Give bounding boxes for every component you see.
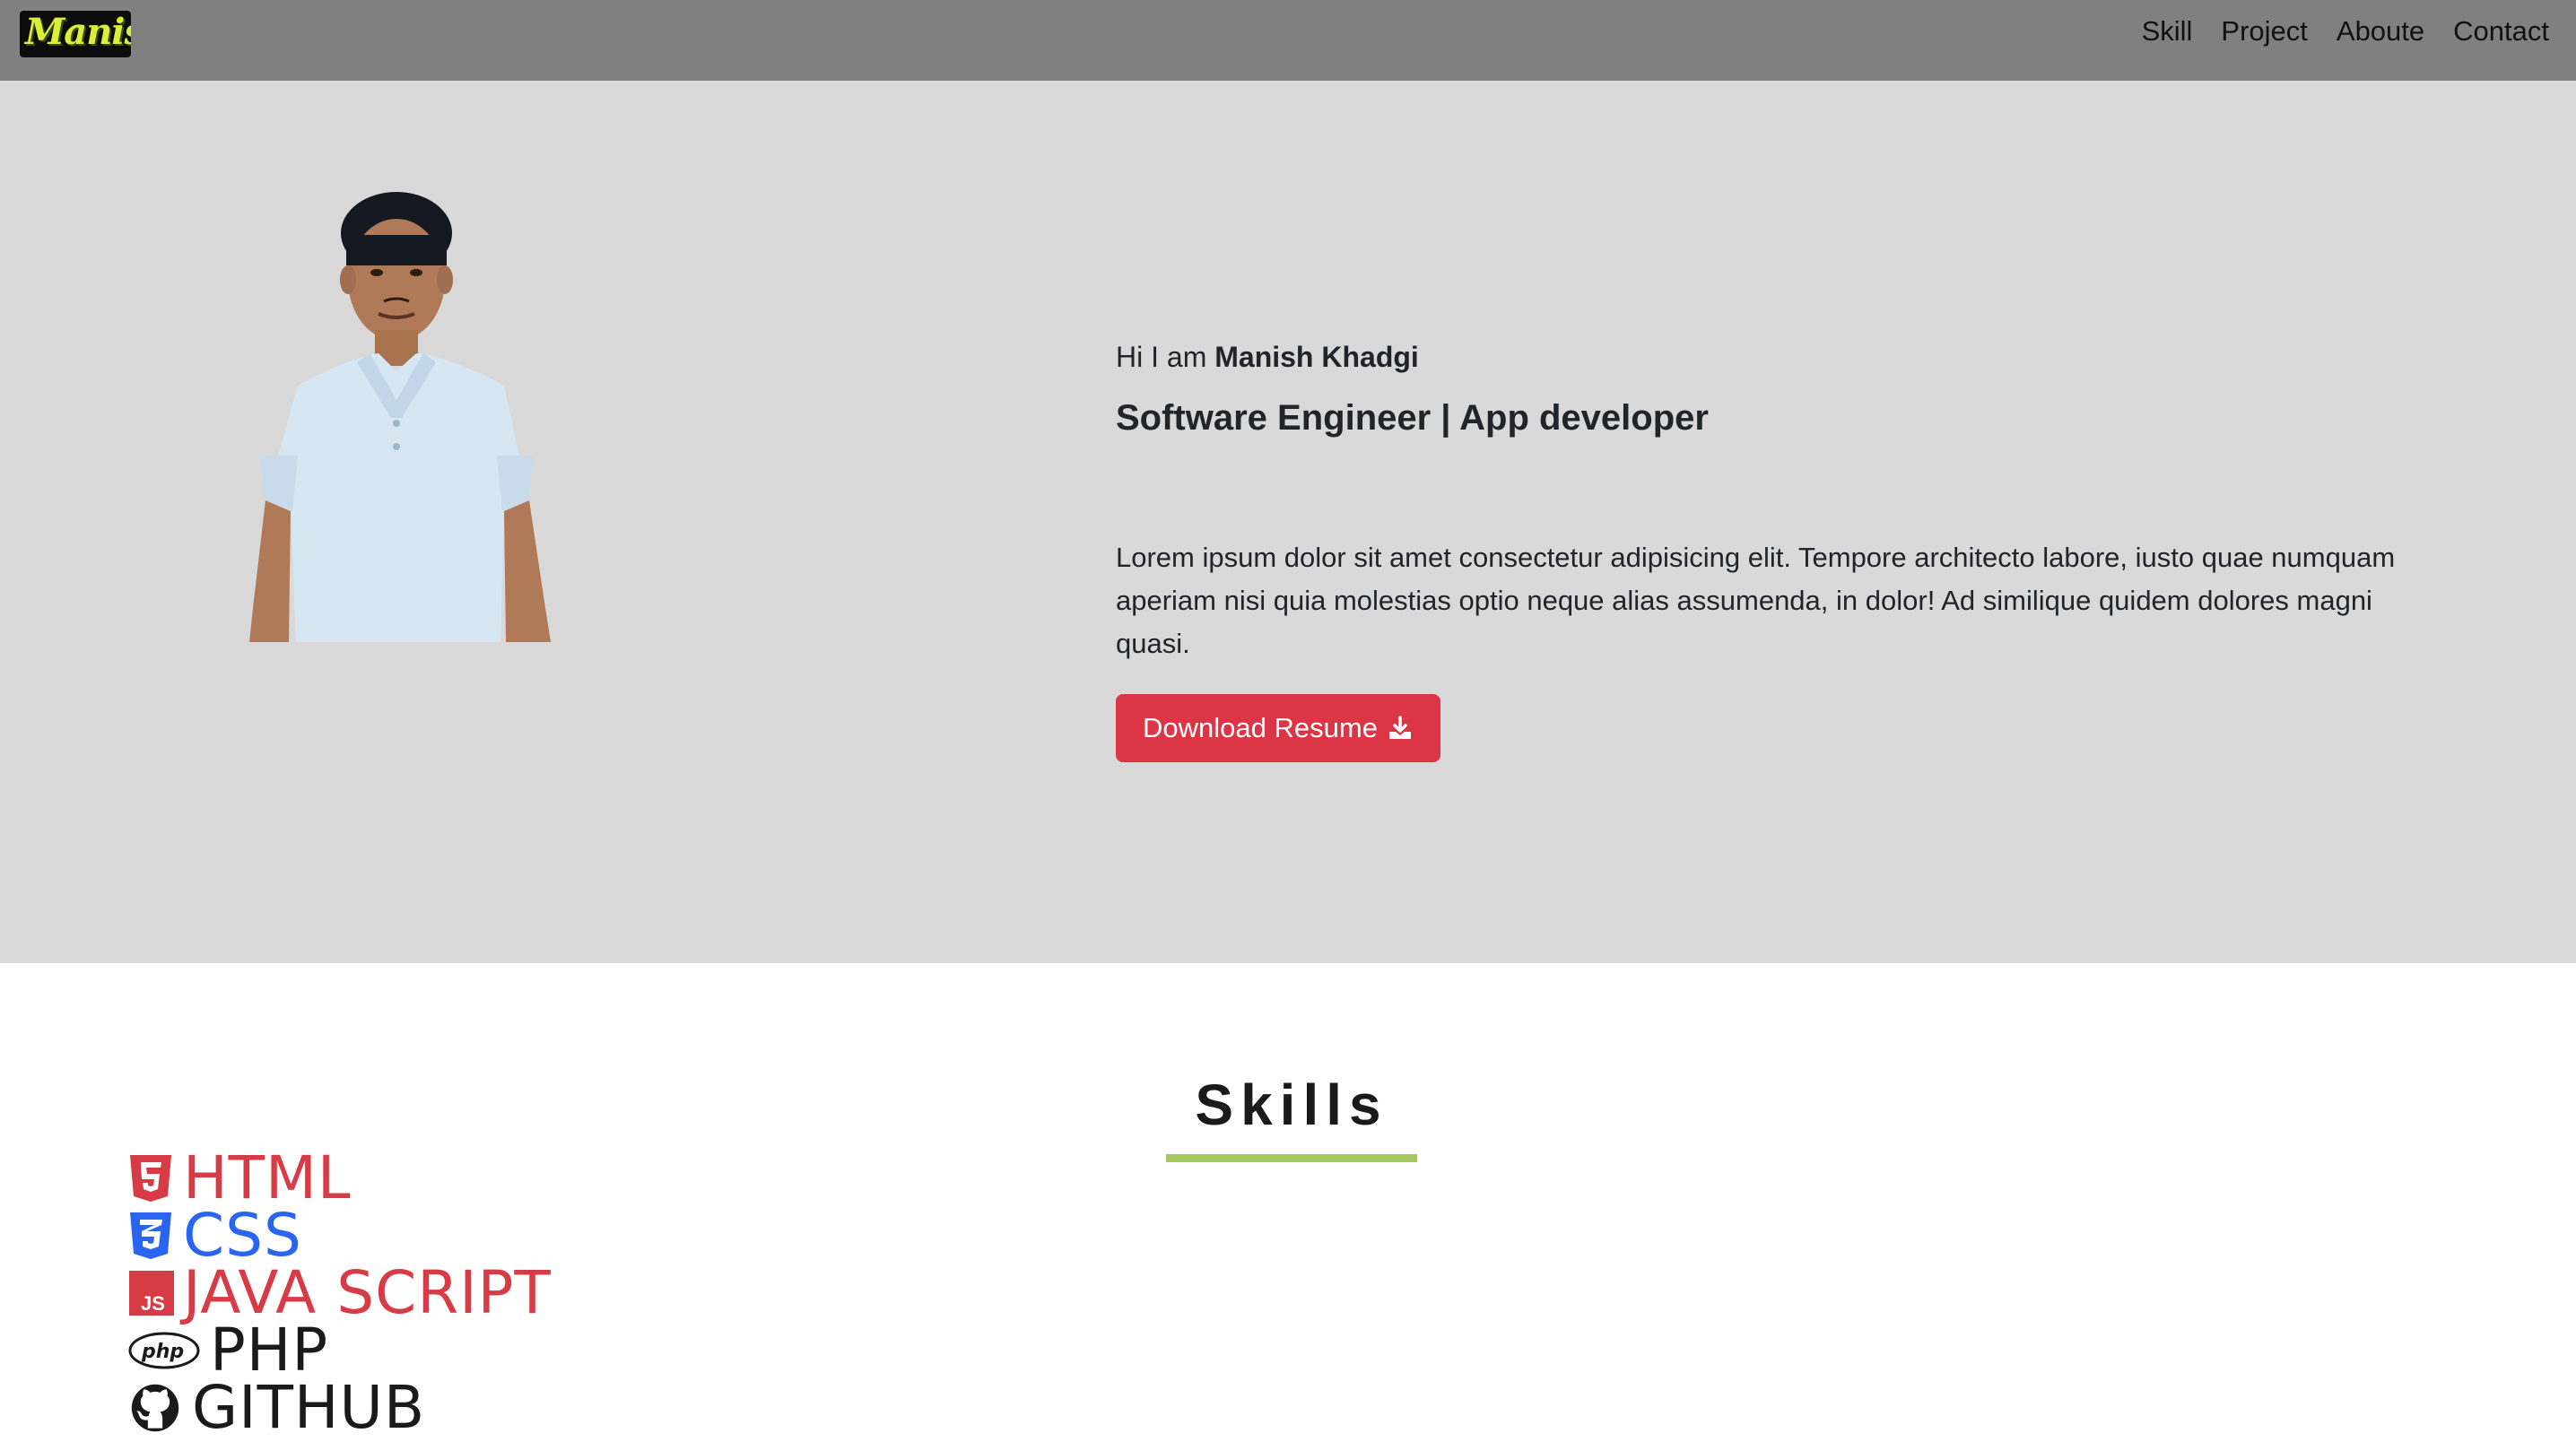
- skill-item-php: php PHP: [127, 1316, 552, 1385]
- navbar: Manish Skill Project Aboute Contact: [0, 0, 2576, 81]
- skill-label-github: GITHUB: [192, 1373, 426, 1442]
- intro-name: Manish Khadgi: [1214, 341, 1419, 373]
- github-icon: [131, 1384, 179, 1432]
- skill-item-github: GITHUB: [127, 1373, 552, 1442]
- svg-text:php: php: [141, 1341, 184, 1363]
- skill-item-javascript: JS JAVA SCRIPT: [127, 1258, 552, 1327]
- svg-text:JS: JS: [141, 1292, 165, 1315]
- php-icon: php: [128, 1332, 200, 1369]
- hero-headline: Software Engineer | App developer: [1116, 398, 1709, 438]
- download-resume-button[interactable]: Download Resume: [1116, 694, 1440, 762]
- nav-link-project[interactable]: Project: [2221, 15, 2307, 48]
- brand-text: Manish: [25, 11, 131, 53]
- download-resume-label: Download Resume: [1143, 712, 1378, 743]
- hero-section: Hi I am Manish Khadgi Software Engineer …: [0, 81, 2576, 963]
- skill-item-css: CSS: [127, 1201, 552, 1270]
- nav-link-skill[interactable]: Skill: [2142, 15, 2193, 48]
- css3-icon: [130, 1212, 171, 1259]
- javascript-icon: JS: [129, 1271, 174, 1316]
- download-icon: [1388, 716, 1411, 739]
- html5-icon: [130, 1155, 171, 1202]
- intro-line: Hi I am Manish Khadgi: [1116, 341, 1419, 374]
- skill-label-php: PHP: [210, 1316, 329, 1385]
- nav-links: Skill Project Aboute Contact: [2113, 0, 2549, 63]
- skill-label-html: HTML: [183, 1143, 352, 1212]
- nav-link-contact[interactable]: Contact: [2453, 15, 2549, 48]
- skill-label-javascript: JAVA SCRIPT: [183, 1258, 552, 1327]
- brand-logo[interactable]: Manish: [20, 11, 131, 57]
- skill-label-css: CSS: [183, 1201, 302, 1270]
- profile-photo: [249, 192, 551, 642]
- skills-heading-underline: [1166, 1154, 1417, 1162]
- hero-bio: Lorem ipsum dolor sit amet consectetur a…: [1116, 542, 2396, 659]
- skill-list: HTML CSS JS JAVA SCRIPT php PHP GITHUB: [127, 1143, 552, 1442]
- nav-link-about[interactable]: Aboute: [2337, 15, 2424, 48]
- skill-item-html: HTML: [127, 1143, 552, 1212]
- skills-heading: Skills: [1195, 1073, 1388, 1137]
- intro-greeting: Hi I am: [1116, 341, 1215, 373]
